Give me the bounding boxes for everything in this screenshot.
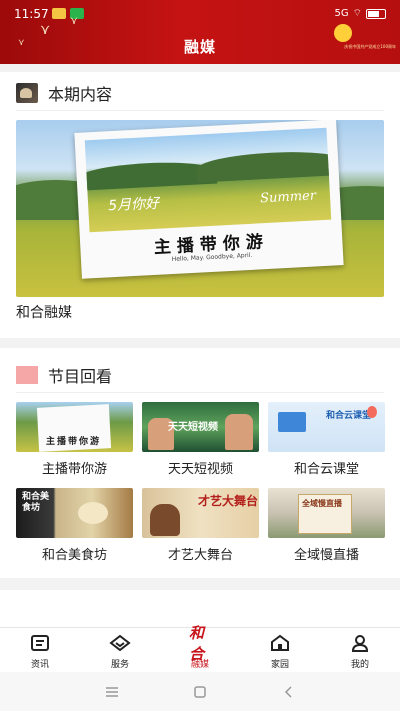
tab-profile[interactable]: 我的: [320, 628, 400, 672]
status-bar: 11:57 5G ⌔: [0, 4, 400, 24]
profile-icon: [349, 633, 371, 653]
screen-shape: [278, 412, 306, 432]
program-thumbnail: 主播带你游: [16, 402, 133, 452]
banner-overlay-right: Summer: [259, 188, 317, 207]
tab-label: 家园: [270, 660, 289, 670]
divider: [16, 392, 384, 393]
tab-news[interactable]: 资讯: [0, 628, 80, 672]
polaroid-photo: 5月你好 Summer: [84, 127, 332, 233]
hand-shape: [225, 414, 253, 450]
thumb-text: 和合美食坊: [22, 492, 50, 513]
program-thumbnail: 全域慢直播: [268, 488, 385, 538]
program-thumbnail: 和合云课堂: [268, 402, 385, 452]
home-icon: [269, 633, 291, 653]
thumb-text: 全域慢直播: [302, 499, 342, 508]
bottom-tab-bar: 资讯 服务 和合 融媒 家园 我的: [0, 624, 400, 672]
replay-section-header: 节目回看: [16, 363, 112, 387]
rongmei-logo-icon: 和合: [189, 624, 205, 663]
program-label: 主播带你游: [41, 462, 107, 477]
service-icon: [109, 633, 131, 653]
anniversary-banner-text: 庆祝中国共产党成立100周年: [344, 44, 396, 49]
program-label: 天天短视频: [167, 462, 233, 477]
program-thumbnail: 天天短视频: [142, 402, 259, 452]
balloon-icon: [367, 406, 377, 418]
program-item[interactable]: 全域慢直播 全域慢直播: [268, 488, 385, 563]
featured-label[interactable]: 和合融媒: [16, 302, 72, 322]
section-marker-icon: [16, 366, 38, 384]
home-square-icon[interactable]: [191, 683, 209, 701]
tab-rongmei[interactable]: 和合 融媒: [160, 624, 240, 672]
system-nav-bar: [0, 672, 400, 711]
section-divider: [0, 338, 400, 348]
tab-label: 资讯: [30, 660, 49, 670]
hill-shape: [195, 148, 332, 183]
featured-section-header: 本期内容: [16, 81, 112, 105]
tab-home[interactable]: 家园: [240, 628, 320, 672]
tab-label: 服务: [110, 660, 129, 670]
featured-section-title: 本期内容: [48, 85, 113, 104]
banner-overlay-left: 5月你好: [107, 195, 160, 215]
tab-label: 我的: [350, 660, 369, 670]
program-thumbnail: 才艺大舞台: [142, 488, 259, 538]
section-divider: [0, 578, 400, 590]
app-header: 11:57 5G ⌔ ⋎ ⋎ ⋎ 融媒 庆祝中国共产党成立100周年: [0, 0, 400, 64]
section-divider: [0, 64, 400, 72]
program-item[interactable]: 天天短视频 天天短视频: [142, 402, 259, 477]
polaroid-card: 5月你好 Summer 主播带你游 Hello, May. Goodbye, A…: [74, 120, 344, 279]
tab-label: 融媒: [190, 660, 209, 670]
program-item[interactable]: 和合云课堂 和合云课堂: [268, 402, 385, 477]
program-item[interactable]: 才艺大舞台 才艺大舞台: [142, 488, 259, 563]
wifi-icon: ⌔: [352, 8, 362, 19]
menu-icon[interactable]: [103, 683, 121, 701]
thumb-text: 天天短视频: [168, 422, 218, 433]
featured-banner[interactable]: 5月你好 Summer 主播带你游 Hello, May. Goodbye, A…: [16, 120, 384, 297]
party-emblem-icon: [334, 24, 352, 42]
tab-service[interactable]: 服务: [80, 628, 160, 672]
status-right: 5G ⌔: [334, 7, 386, 20]
bird-decoration-icon: ⋎: [70, 14, 79, 27]
back-icon[interactable]: [279, 683, 297, 701]
program-label: 全域慢直播: [293, 548, 359, 563]
thumb-text: 主播带你游: [46, 437, 102, 447]
thumb-text: 才艺大舞台: [198, 494, 259, 508]
battery-icon: [366, 8, 386, 19]
featured-thumb-icon: [16, 83, 38, 103]
status-time: 11:57: [14, 7, 49, 21]
guitar-player-shape: [150, 504, 180, 536]
divider: [16, 110, 384, 111]
thumb-text: 和合云课堂: [326, 411, 372, 421]
replay-section-title: 节目回看: [48, 367, 113, 386]
news-icon: [29, 633, 51, 653]
program-label: 和合云课堂: [293, 462, 359, 477]
program-item[interactable]: 和合美食坊 和合美食坊: [16, 488, 133, 563]
program-item[interactable]: 主播带你游 主播带你游: [16, 402, 133, 477]
dish-shape: [78, 502, 108, 524]
program-label: 才艺大舞台: [167, 548, 233, 563]
program-thumbnail: 和合美食坊: [16, 488, 133, 538]
network-indicator: 5G: [334, 8, 349, 19]
notification-app-icon: [52, 8, 66, 19]
program-label: 和合美食坊: [41, 548, 107, 563]
